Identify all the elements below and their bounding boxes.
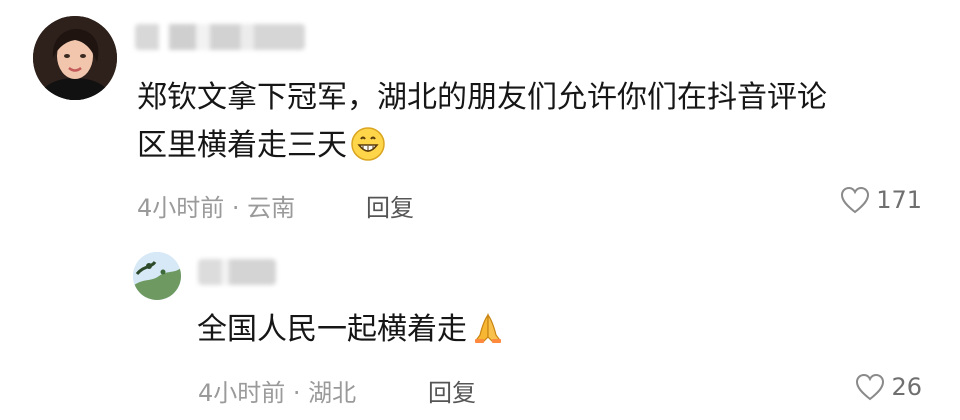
like-count: 171	[876, 186, 922, 214]
comment-text-line1: 全国人民一起横着走	[197, 312, 467, 347]
heart-icon	[856, 373, 885, 401]
avatar-image	[33, 16, 117, 100]
folded-hands-icon	[471, 311, 505, 360]
comment-item: 郑钦文拿下冠军，湖北的朋友们允许你们在抖音评论 区里横着走三天 4小时前 · 云…	[0, 0, 960, 240]
reply-button[interactable]: 回复	[428, 373, 476, 408]
heart-icon	[841, 186, 870, 214]
grinning-face-icon	[351, 127, 385, 176]
like-button[interactable]: 171	[840, 186, 922, 214]
like-button[interactable]: 26	[855, 373, 922, 401]
comment-meta: 4小时前 · 湖北	[198, 379, 357, 407]
avatar[interactable]	[33, 16, 117, 100]
comment-text: 郑钦文拿下冠军，湖北的朋友们允许你们在抖音评论 区里横着走三天	[137, 74, 937, 176]
comment-text-line1: 郑钦文拿下冠军，湖北的朋友们允许你们在抖音评论	[137, 80, 827, 115]
avatar[interactable]	[133, 252, 181, 300]
comment-meta: 4小时前 · 云南	[137, 194, 296, 222]
comment-text: 全国人民一起横着走	[197, 306, 897, 360]
avatar-image	[133, 252, 181, 300]
reply-button[interactable]: 回复	[366, 188, 414, 223]
username-redacted	[198, 259, 276, 285]
comment-text-line2: 区里横着走三天	[137, 128, 347, 163]
like-count: 26	[891, 373, 922, 401]
username-redacted	[135, 24, 305, 50]
reply-comment-item: 全国人民一起横着走 4小时前 · 湖北 回复 26	[0, 240, 960, 420]
